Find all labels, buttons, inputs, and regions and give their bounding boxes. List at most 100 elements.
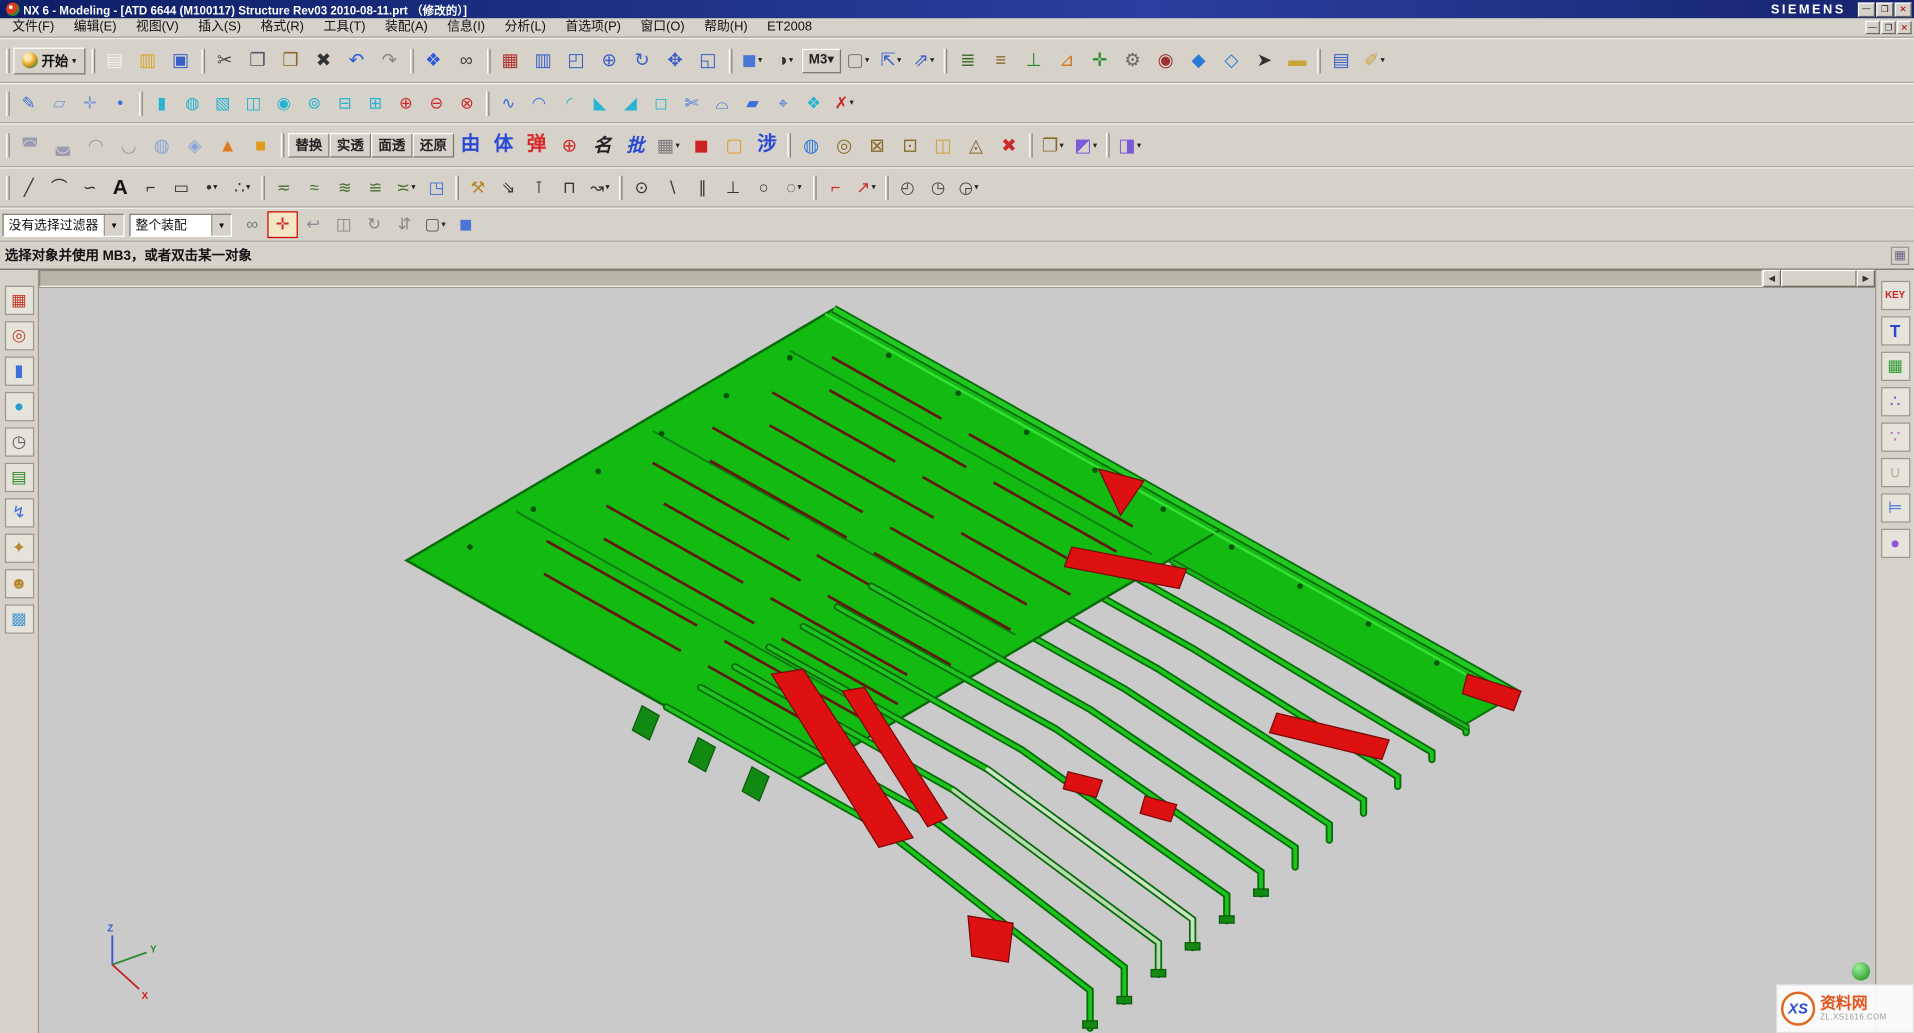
menu-item-assemblies[interactable]: 装配(A) <box>375 19 437 37</box>
start-button[interactable]: 开始 ▾ <box>13 47 84 74</box>
toolbar-grip[interactable] <box>885 175 889 199</box>
roof-panel[interactable] <box>406 309 1517 945</box>
orange-cube-icon[interactable]: ▢ <box>718 129 751 161</box>
image-capture-icon[interactable]: ◨▾ <box>1113 129 1146 161</box>
corner-red-icon[interactable]: ⌐ <box>820 174 851 201</box>
zoom-window-icon[interactable]: ◰ <box>560 45 593 77</box>
unite-icon[interactable]: ⊕ <box>391 90 422 117</box>
copy-icon[interactable]: ❐ <box>241 45 274 77</box>
toolbar-grip[interactable] <box>813 175 817 199</box>
toolbar-grip[interactable] <box>91 48 95 72</box>
move-object-icon[interactable]: ⇗▾ <box>907 45 940 77</box>
close-button[interactable]: ✕ <box>1895 2 1912 17</box>
dropdown-caret[interactable]: ▾ <box>1380 56 1384 65</box>
save-icon[interactable]: ▣ <box>164 45 197 77</box>
selection-scope-combo[interactable]: 整个装配 ▾ <box>129 213 232 236</box>
toolbar-grip[interactable] <box>281 133 285 157</box>
offset-face-icon[interactable]: ⌖ <box>768 90 799 117</box>
fit-view-icon[interactable]: ◱ <box>692 45 725 77</box>
snap-diamond-icon[interactable]: ◆ <box>1182 45 1215 77</box>
delete-icon[interactable]: ✖ <box>307 45 340 77</box>
reflection-analysis-icon[interactable]: ◠ <box>79 129 112 161</box>
toolbar-grip[interactable] <box>6 48 10 72</box>
intersect-icon[interactable]: ⊗ <box>452 90 483 117</box>
block-icon[interactable]: ▧ <box>208 90 239 117</box>
arrow-red-icon[interactable]: ↗▾ <box>851 174 882 201</box>
toolbar-grip[interactable] <box>1029 133 1033 157</box>
dropdown-caret[interactable]: ▾ <box>441 220 445 229</box>
prompt-grid-icon[interactable]: ▦ <box>1891 246 1909 264</box>
dropdown-caret[interactable]: ▾ <box>897 56 901 65</box>
clamp-icon[interactable]: ⊨ <box>1880 493 1909 522</box>
shaded-box-icon[interactable]: ◫ <box>328 211 359 238</box>
system-materials-icon[interactable]: ▤ <box>4 463 33 492</box>
toolbar-grip[interactable] <box>1106 133 1110 157</box>
annotation-pencil-icon[interactable]: ✐▾ <box>1358 45 1391 77</box>
background-color-icon[interactable]: ▢▾ <box>841 45 874 77</box>
molecule-icon[interactable]: ∵ <box>1880 423 1909 452</box>
menu-item-format[interactable]: 格式(R) <box>251 19 314 37</box>
pan-view-icon[interactable]: ✥ <box>659 45 692 77</box>
section-curve-icon[interactable]: ⊓ <box>554 174 585 201</box>
spline-icon[interactable]: ∽ <box>74 174 105 201</box>
dropdown-caret[interactable]: ▾ <box>1137 141 1141 150</box>
measure-ruler-icon[interactable]: ▬ <box>1281 45 1314 77</box>
close-button[interactable]: ✕ <box>1897 21 1912 34</box>
transform-tool-icon[interactable]: ⇵ <box>389 211 420 238</box>
toolbar-grip[interactable] <box>6 175 10 199</box>
layer-settings-icon[interactable]: ≡ <box>984 45 1017 77</box>
roles-icon[interactable]: ☻ <box>4 569 33 598</box>
toolbar-grip[interactable] <box>486 48 490 72</box>
constraint-navigator-icon[interactable]: ◎ <box>4 321 33 350</box>
line-icon[interactable]: ╱ <box>13 174 44 201</box>
rotate-view-icon[interactable]: ↻ <box>626 45 659 77</box>
circle-icon[interactable]: ○ <box>748 174 779 201</box>
paste-icon[interactable]: ❒ <box>274 45 307 77</box>
menu-item-help[interactable]: 帮助(H) <box>694 19 757 37</box>
minimize-button[interactable]: — <box>1858 2 1875 17</box>
composite-curve-icon[interactable]: ≍▾ <box>391 174 422 201</box>
selection-filter-combo[interactable]: 没有选择过滤器 ▾ <box>2 213 124 236</box>
dropdown-caret[interactable]: ▾ <box>827 52 834 67</box>
red-cube-icon[interactable]: ◼ <box>685 129 718 161</box>
scroll-left-button[interactable]: ◀ <box>1763 270 1781 287</box>
toolbar-grip[interactable] <box>201 48 205 72</box>
menu-item-tools[interactable]: 工具(T) <box>314 19 376 37</box>
dropdown-caret[interactable]: ▾ <box>758 56 762 65</box>
datum-plane-icon[interactable]: ▱ <box>44 90 75 117</box>
rotate-tool-icon[interactable]: ↻ <box>359 211 390 238</box>
dropdown-caret[interactable]: ▾ <box>797 183 801 192</box>
purple-ball-icon[interactable]: ● <box>1880 529 1909 558</box>
template-tab-icon[interactable]: T <box>1880 316 1909 345</box>
sketch-icon[interactable]: ✎ <box>13 90 44 117</box>
cut-icon[interactable]: ✂ <box>208 45 241 77</box>
name-char-button[interactable]: 名 <box>586 129 619 161</box>
dropdown-caret[interactable]: ▾ <box>213 183 217 192</box>
clipboard-capture-icon[interactable]: ❐▾ <box>1036 129 1069 161</box>
rectangle-icon[interactable]: ▭ <box>166 174 197 201</box>
toolbar-grip[interactable] <box>261 175 265 199</box>
extrude-icon[interactable]: ▮ <box>146 90 177 117</box>
grid-dropdown-icon[interactable]: ▦▾ <box>652 129 685 161</box>
ellipse-icon[interactable]: ◌▾ <box>779 174 810 201</box>
point-sphere-icon[interactable]: ◉ <box>1149 45 1182 77</box>
menu-item-insert[interactable]: 插入(S) <box>189 19 251 37</box>
point-icon[interactable]: • <box>105 90 136 117</box>
3d-viewport[interactable]: Z Y X <box>39 288 1875 1033</box>
lock-globe-icon[interactable]: ◎ <box>828 129 861 161</box>
web-globe-icon[interactable]: ◍ <box>795 129 828 161</box>
text-icon[interactable]: A <box>105 174 136 201</box>
dropdown-caret[interactable]: ▾ <box>849 99 853 108</box>
dropdown-caret[interactable]: ▾ <box>865 56 869 65</box>
toolbar-grip[interactable] <box>944 48 948 72</box>
toolbar-grip[interactable] <box>410 48 414 72</box>
undo-icon[interactable]: ↶ <box>340 45 373 77</box>
chamfer-icon[interactable]: ◣ <box>585 90 616 117</box>
scrollbar-track[interactable] <box>39 270 1763 287</box>
snap-point-icon[interactable]: ✛ <box>267 211 298 238</box>
draft-icon[interactable]: ◢ <box>615 90 646 117</box>
replace-button[interactable]: 替换 <box>288 133 330 157</box>
snap-diamond-outline-icon[interactable]: ◇ <box>1215 45 1248 77</box>
marquee-select-icon[interactable]: ▢▾ <box>420 211 451 238</box>
extract-curve-icon[interactable]: ◳ <box>421 174 452 201</box>
